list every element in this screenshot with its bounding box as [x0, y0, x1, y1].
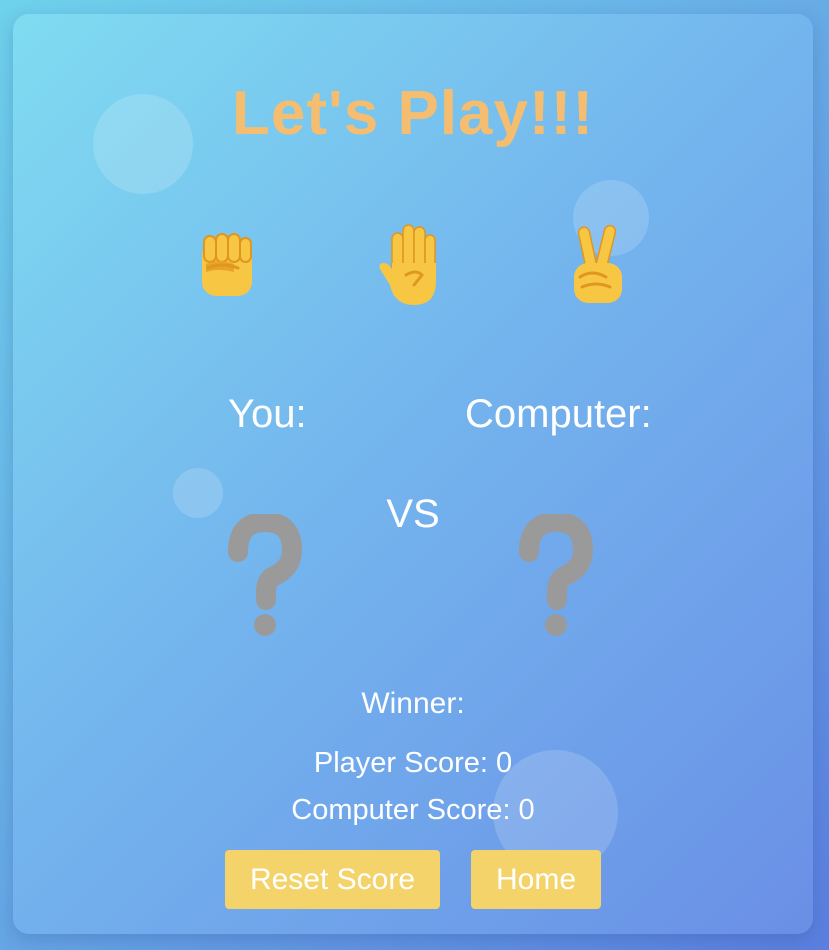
reset-score-button[interactable]: Reset Score	[225, 850, 440, 909]
scissors-victory-icon	[574, 224, 622, 303]
winner-label: Winner:	[361, 687, 465, 720]
player-score: Player Score: 0	[313, 747, 513, 779]
rock-fist-icon	[202, 233, 252, 296]
page-title: Let's Play!!!	[232, 79, 594, 148]
paper-hand-icon	[379, 224, 436, 305]
computer-score: Computer Score: 0	[291, 794, 535, 826]
rock-choice-button[interactable]	[178, 214, 278, 314]
home-button[interactable]: Home	[471, 850, 601, 909]
paper-choice-button[interactable]	[361, 214, 461, 314]
computer-pick-question-mark-icon	[519, 514, 594, 636]
player-label: You:	[228, 392, 307, 436]
player-pick-question-mark-icon	[228, 514, 303, 636]
game-card: Let's Play!!! You: Computer: VS Winner: …	[13, 14, 813, 934]
vs-label: VS	[386, 492, 440, 536]
scissors-choice-button[interactable]	[548, 214, 648, 314]
computer-label: Computer:	[465, 392, 652, 436]
